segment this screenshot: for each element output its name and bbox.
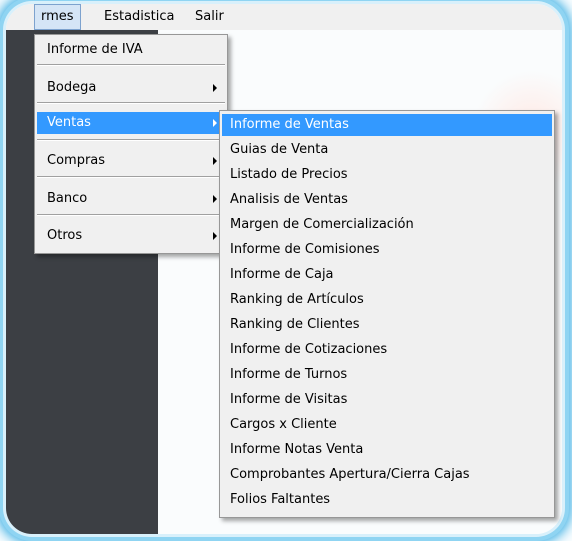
menu-item-label: Banco bbox=[47, 191, 88, 206]
submenu-item-analisis-ventas[interactable]: Analisis de Ventas bbox=[222, 189, 552, 211]
submenu-item-folios-faltantes[interactable]: Folios Faltantes bbox=[222, 489, 552, 511]
menu-separator bbox=[37, 139, 225, 141]
menu-item-label: Ventas bbox=[47, 115, 91, 130]
submenu-item-informe-cotizaciones[interactable]: Informe de Cotizaciones bbox=[222, 339, 552, 361]
submenu-arrow-icon bbox=[213, 157, 217, 165]
submenu-item-listado-precios[interactable]: Listado de Precios bbox=[222, 164, 552, 186]
menubar-item-informes[interactable]: rmes bbox=[34, 4, 81, 30]
ventas-submenu: Informe de Ventas Guias de Venta Listado… bbox=[219, 110, 555, 518]
menu-item-label: Informe de IVA bbox=[47, 42, 143, 57]
menubar-item-salir[interactable]: Salir bbox=[189, 4, 230, 30]
submenu-item-informe-notas-venta[interactable]: Informe Notas Venta bbox=[222, 439, 552, 461]
submenu-arrow-icon bbox=[213, 84, 217, 92]
submenu-arrow-icon bbox=[213, 119, 217, 127]
submenu-item-informe-comisiones[interactable]: Informe de Comisiones bbox=[222, 239, 552, 261]
menu-bar: rmes Estadistica Salir bbox=[6, 4, 562, 31]
submenu-item-comprobantes-apertura[interactable]: Comprobantes Apertura/Cierra Cajas bbox=[222, 464, 552, 486]
submenu-item-ranking-articulos[interactable]: Ranking de Artículos bbox=[222, 289, 552, 311]
menu-item-otros[interactable]: Otros bbox=[37, 225, 225, 247]
submenu-item-informe-caja[interactable]: Informe de Caja bbox=[222, 264, 552, 286]
menu-item-compras[interactable]: Compras bbox=[37, 150, 225, 172]
submenu-item-informe-turnos[interactable]: Informe de Turnos bbox=[222, 364, 552, 386]
menu-separator bbox=[37, 214, 225, 216]
submenu-arrow-icon bbox=[213, 195, 217, 203]
menu-item-banco[interactable]: Banco bbox=[37, 188, 225, 210]
submenu-item-cargos-cliente[interactable]: Cargos x Cliente bbox=[222, 414, 552, 436]
menu-item-label: Otros bbox=[47, 228, 83, 243]
menu-item-bodega[interactable]: Bodega bbox=[37, 77, 225, 99]
submenu-arrow-icon bbox=[213, 232, 217, 240]
menu-item-ventas[interactable]: Ventas bbox=[37, 112, 225, 134]
menu-separator bbox=[37, 102, 225, 104]
menu-item-label: Compras bbox=[47, 153, 106, 168]
submenu-item-informe-visitas[interactable]: Informe de Visitas bbox=[222, 389, 552, 411]
menu-separator bbox=[37, 64, 225, 66]
menu-item-label: Bodega bbox=[47, 80, 97, 95]
submenu-item-ranking-clientes[interactable]: Ranking de Clientes bbox=[222, 314, 552, 336]
submenu-item-margen-comercializacion[interactable]: Margen de Comercialización bbox=[222, 214, 552, 236]
informes-dropdown-menu: Informe de IVA Bodega Ventas Compras Ban… bbox=[34, 34, 228, 254]
menu-item-informe-iva[interactable]: Informe de IVA bbox=[37, 39, 225, 61]
menubar-item-estadistica[interactable]: Estadistica bbox=[98, 4, 181, 30]
submenu-item-guias-venta[interactable]: Guias de Venta bbox=[222, 139, 552, 161]
submenu-item-informe-ventas[interactable]: Informe de Ventas bbox=[222, 114, 552, 136]
menu-separator bbox=[37, 176, 225, 178]
